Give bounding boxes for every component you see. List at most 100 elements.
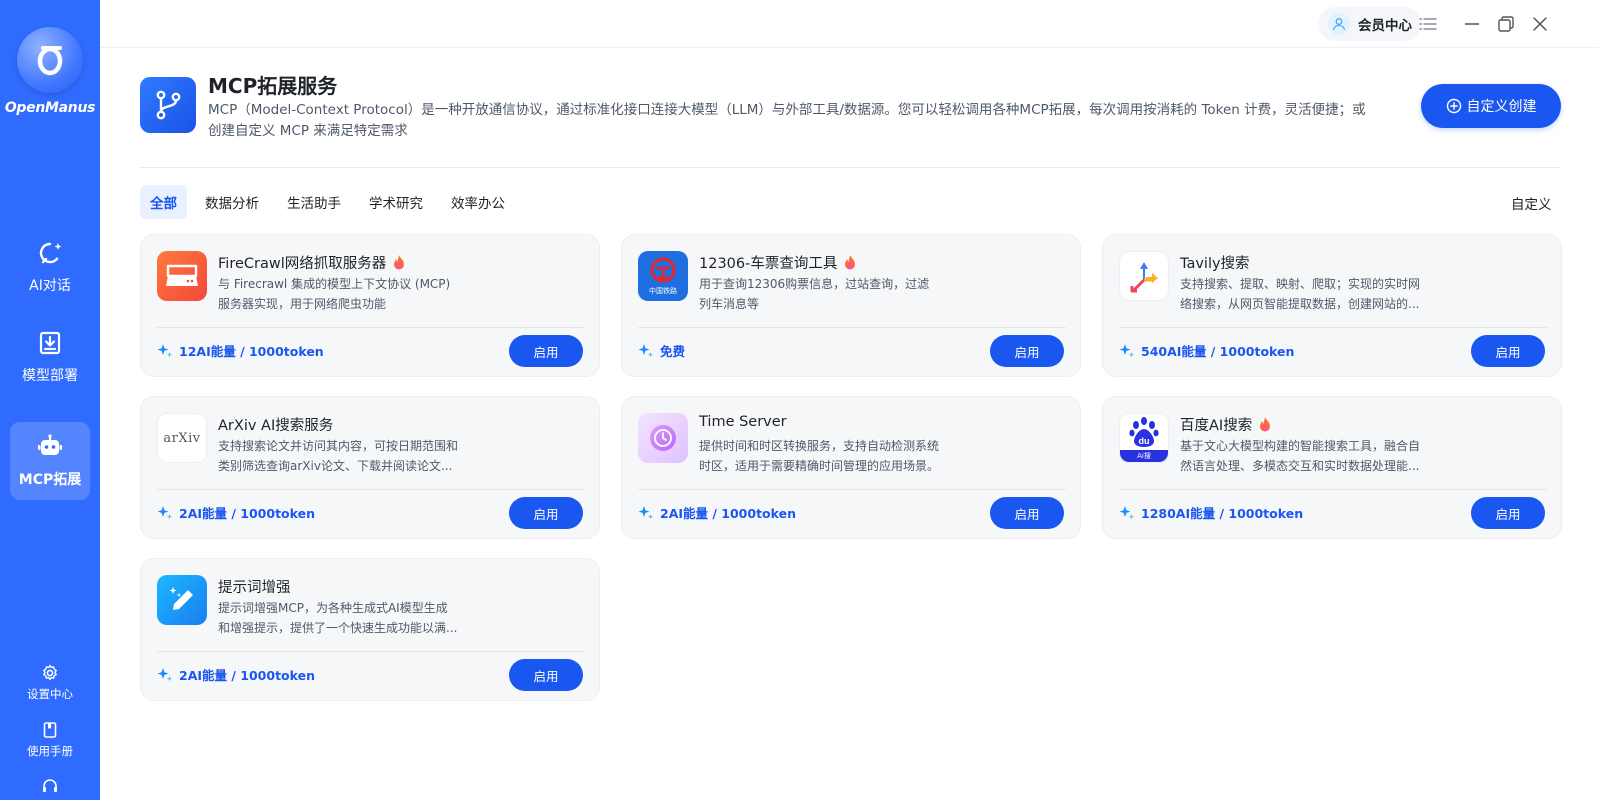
card-title-text: 12306-车票查询工具 bbox=[699, 256, 838, 272]
menu-list-icon[interactable] bbox=[1416, 12, 1440, 36]
card-price: 1280AI能量 / 1000token bbox=[1119, 503, 1303, 522]
download-box-icon bbox=[39, 331, 61, 355]
nav-ai-chat[interactable]: AI对话 bbox=[10, 228, 90, 306]
enable-button[interactable]: 启用 bbox=[1471, 335, 1545, 367]
card-price-text: 2AI能量 / 1000token bbox=[179, 506, 315, 521]
nav-manual[interactable]: 使用手册 bbox=[0, 721, 100, 759]
tab-academic-research[interactable]: 学术研究 bbox=[359, 185, 433, 219]
mcp-card-12306: 中国铁路 12306-车票查询工具 用于查询12306购票信息，过站查询，过滤列… bbox=[621, 234, 1081, 377]
nav-settings-label: 设置中心 bbox=[27, 687, 73, 701]
card-separator bbox=[638, 327, 1066, 328]
card-title: FireCrawl网络抓取服务器 bbox=[218, 252, 406, 273]
firecrawl-logo bbox=[157, 251, 207, 301]
enable-button[interactable]: 启用 bbox=[990, 335, 1064, 367]
top-bar: 会员中心 bbox=[100, 0, 1599, 48]
card-title: 提示词增强 bbox=[218, 576, 291, 597]
card-description: 支持搜索论文并访问其内容，可按日期范围和类别筛选查询arXiv论文、下载并阅读论… bbox=[218, 439, 458, 473]
enable-button[interactable]: 启用 bbox=[1471, 497, 1545, 529]
restore-icon[interactable] bbox=[1494, 12, 1518, 36]
card-price: 免费 bbox=[638, 341, 685, 360]
card-title-text: 提示词增强 bbox=[218, 580, 291, 596]
sparkle-icon bbox=[157, 343, 173, 357]
card-title-text: Tavily搜索 bbox=[1180, 256, 1250, 272]
tab-all[interactable]: 全部 bbox=[140, 185, 187, 219]
enable-button[interactable]: 启用 bbox=[509, 497, 583, 529]
enable-button[interactable]: 启用 bbox=[990, 497, 1064, 529]
prompt-pen-logo bbox=[157, 575, 207, 625]
nav-support[interactable] bbox=[0, 778, 100, 796]
arxiv-logo-text: arXiv bbox=[163, 430, 201, 446]
card-title: Tavily搜索 bbox=[1180, 252, 1250, 273]
enable-button[interactable]: 启用 bbox=[509, 659, 583, 691]
sparkle-icon bbox=[1119, 505, 1135, 519]
nav-mcp-extension[interactable]: MCP拓展 bbox=[10, 422, 90, 500]
mcp-card-tavily: Tavily搜索 支持搜索、提取、映射、爬取；实现的实时网络搜索，从网页智能提取… bbox=[1102, 234, 1562, 377]
nav-manual-label: 使用手册 bbox=[27, 744, 73, 758]
book-icon bbox=[43, 722, 57, 738]
tab-life-assistant[interactable]: 生活助手 bbox=[277, 185, 351, 219]
card-price: 2AI能量 / 1000token bbox=[157, 665, 315, 684]
card-separator bbox=[157, 327, 585, 328]
custom-create-label: 自定义创建 bbox=[1466, 99, 1537, 115]
card-separator bbox=[157, 651, 585, 652]
tavily-logo bbox=[1119, 251, 1169, 301]
card-description: 基于文心大模型构建的智能搜索工具，融合自然语言处理、多模态交互和实时数据处理能.… bbox=[1180, 439, 1420, 473]
user-icon bbox=[1328, 13, 1350, 35]
headset-icon bbox=[43, 779, 57, 792]
plus-circle-icon bbox=[1446, 98, 1461, 114]
mcp-card-baidu-ai: du Ai搜 百度AI搜索 基于文心大模型构建的智能搜索工具，融合自然语言处理、… bbox=[1102, 396, 1562, 539]
header-divider bbox=[140, 167, 1561, 168]
chat-sparkle-icon bbox=[39, 242, 62, 264]
china-railway-logo: 中国铁路 bbox=[638, 251, 688, 301]
card-description: 与 Firecrawl 集成的模型上下文协议 (MCP) 服务器实现，用于网络爬… bbox=[218, 277, 451, 311]
card-separator bbox=[638, 489, 1066, 490]
mcp-card-firecrawl: FireCrawl网络抓取服务器 与 Firecrawl 集成的模型上下文协议 … bbox=[140, 234, 600, 377]
card-title: Time Server bbox=[699, 414, 787, 430]
close-icon[interactable] bbox=[1528, 12, 1552, 36]
mcp-card-arxiv: arXiv ArXiv AI搜索服务 支持搜索论文并访问其内容，可按日期范围和类… bbox=[140, 396, 600, 539]
nav-model-deploy-label: 模型部署 bbox=[22, 368, 78, 384]
fire-icon bbox=[1260, 417, 1271, 432]
nav-mcp-extension-label: MCP拓展 bbox=[18, 472, 82, 488]
card-separator bbox=[1119, 489, 1547, 490]
custom-create-button[interactable]: 自定义创建 bbox=[1421, 84, 1561, 128]
tab-office-productivity[interactable]: 效率办公 bbox=[441, 185, 515, 219]
custom-filter-link[interactable]: 自定义 bbox=[1511, 193, 1552, 213]
card-price-text: 540AI能量 / 1000token bbox=[1141, 344, 1295, 359]
card-separator bbox=[1119, 327, 1547, 328]
page-title: MCP拓展服务 bbox=[208, 74, 338, 98]
card-price-text: 2AI能量 / 1000token bbox=[179, 668, 315, 683]
category-tabs: 全部 数据分析 生活助手 学术研究 效率办公 bbox=[140, 185, 519, 219]
page-description: MCP（Model-Context Protocol）是一种开放通信协议，通过标… bbox=[208, 102, 1366, 139]
nav-settings[interactable]: 设置中心 bbox=[0, 664, 100, 702]
gear-icon bbox=[43, 664, 57, 681]
china-railway-logo-text: 中国铁路 bbox=[649, 286, 677, 295]
openmanus-logo bbox=[17, 27, 83, 93]
mcp-branch-icon bbox=[140, 77, 196, 133]
card-title-text: FireCrawl网络抓取服务器 bbox=[218, 256, 387, 272]
sparkle-icon bbox=[1119, 343, 1135, 357]
card-title: 百度AI搜索 bbox=[1180, 414, 1272, 435]
baidu-logo: du Ai搜 bbox=[1119, 413, 1169, 463]
sidebar: OpenManus AI对话 模型部署 MCP拓展 设置中心 使用手册 bbox=[0, 0, 100, 800]
sparkle-icon bbox=[157, 667, 173, 681]
card-price-text: 1280AI能量 / 1000token bbox=[1141, 506, 1304, 521]
card-title: 12306-车票查询工具 bbox=[699, 252, 857, 273]
card-price: 540AI能量 / 1000token bbox=[1119, 341, 1294, 360]
minimize-icon[interactable] bbox=[1460, 12, 1484, 36]
card-title-text: 百度AI搜索 bbox=[1180, 418, 1253, 434]
fire-icon bbox=[845, 255, 856, 270]
nav-model-deploy[interactable]: 模型部署 bbox=[10, 318, 90, 396]
mcp-card-time-server: Time Server 提供时间和时区转换服务，支持自动检测系统时区，适用于需要… bbox=[621, 396, 1081, 539]
sparkle-icon bbox=[638, 505, 654, 519]
card-title-text: ArXiv AI搜索服务 bbox=[218, 418, 334, 434]
card-price: 2AI能量 / 1000token bbox=[638, 503, 796, 522]
card-title: ArXiv AI搜索服务 bbox=[218, 414, 333, 435]
card-title-text: Time Server bbox=[699, 414, 787, 430]
nav-ai-chat-label: AI对话 bbox=[29, 278, 71, 294]
member-center-button[interactable]: 会员中心 bbox=[1318, 7, 1421, 41]
card-separator bbox=[157, 489, 585, 490]
enable-button[interactable]: 启用 bbox=[509, 335, 583, 367]
member-center-label: 会员中心 bbox=[1358, 18, 1412, 34]
tab-data-analysis[interactable]: 数据分析 bbox=[195, 185, 269, 219]
